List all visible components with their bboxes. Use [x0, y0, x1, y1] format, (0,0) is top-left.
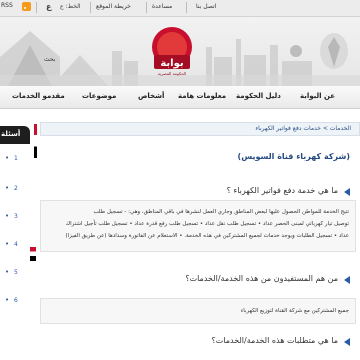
bullet-icon: •: [5, 212, 10, 220]
bullet-icon: •: [5, 296, 10, 304]
main-content: الخدمات > خدمات دفع فواتير الكهرباء (شرك…: [30, 112, 360, 360]
page-title: (شركة كهرباء قناة السويس): [237, 152, 350, 161]
egypt-eagle-emblem-icon: [320, 33, 348, 69]
faq-link[interactable]: 4: [14, 241, 18, 248]
answer-text: توصيل تيار كهربائي لمبنى الحصر عداد • تس…: [65, 221, 349, 227]
font-size-control[interactable]: الخط: ع: [60, 3, 81, 10]
faq-link[interactable]: 2: [14, 185, 18, 192]
egypt-flag-icon: [34, 124, 37, 158]
separator: [36, 2, 37, 13]
nav-people[interactable]: أشخاص: [138, 92, 164, 100]
sitemap-link[interactable]: خريطة الموقع: [96, 3, 131, 10]
portal-logo[interactable]: بوابة الحكومة المصرية: [150, 25, 194, 77]
nav-important-info[interactable]: معلومات هامة: [178, 92, 226, 100]
bullet-icon: •: [5, 240, 10, 248]
faq-link[interactable]: 1: [14, 155, 18, 162]
answer-box: تتيح الخدمة للمواطن الحصول عليها لبعض ال…: [40, 200, 356, 252]
question-arrow-icon: [344, 338, 350, 346]
bullet-icon: •: [5, 184, 10, 192]
bullet-icon: •: [5, 268, 10, 276]
separator: [186, 2, 187, 13]
bullet-icon: •: [5, 154, 10, 162]
nav-service-providers[interactable]: مقدمو الخدمات: [12, 92, 65, 100]
breadcrumb: الخدمات > خدمات دفع فواتير الكهرباء: [40, 122, 360, 136]
egypt-flag-icon: [30, 247, 36, 261]
main-navigation: عن البوابة دليل الحكومة معلومات هامة أشخ…: [0, 86, 360, 109]
faq-link[interactable]: 3: [14, 213, 18, 220]
breadcrumb-trail[interactable]: الخدمات > خدمات دفع فواتير الكهرباء: [255, 125, 351, 132]
faq-sidebar-title: أسئلة: [1, 130, 21, 138]
top-utility-bar: RSS ع الخط: ع خريطة الموقع مساعدة اتصل ب…: [0, 0, 360, 17]
question-arrow-icon: [344, 276, 350, 284]
faq-link[interactable]: 5: [14, 269, 18, 276]
rss-link[interactable]: RSS: [1, 2, 13, 9]
question-heading: ما هي متطلبات هذه الخدمة/الخدمات؟: [211, 336, 339, 345]
nav-about-portal[interactable]: عن البوابة: [300, 92, 335, 100]
svg-text:بوابة: بوابة: [160, 58, 183, 69]
answer-text: تتيح الخدمة للمواطن الحصول عليها لبعض ال…: [93, 209, 350, 215]
separator: [90, 2, 91, 13]
question-arrow-icon: [344, 188, 350, 196]
site-header: بحث بوابة الحكومة المصرية: [0, 17, 360, 86]
left-faq-sidebar: أسئلة • 1 • 2 • 3 • 4 • 5 • 6: [0, 112, 30, 360]
rss-icon[interactable]: [22, 2, 31, 11]
contact-link[interactable]: اتصل بنا: [196, 3, 216, 10]
question-heading: من هم المستفيدون من هذه الخدمة/الخدمات؟: [185, 274, 338, 283]
font-toggle-icon[interactable]: ع: [46, 2, 51, 11]
answer-text: عداد • تسجيل الطلبات ويوجد خدمات لجميع ا…: [65, 233, 350, 239]
separator: [146, 2, 147, 13]
answer-box: جميع المشتركين مع شركة القناة لتوزيع الك…: [40, 298, 356, 324]
help-link[interactable]: مساعدة: [152, 3, 172, 10]
answer-text: جميع المشتركين مع شركة القناة لتوزيع الك…: [240, 308, 349, 314]
nav-government-directory[interactable]: دليل الحكومة: [236, 92, 281, 100]
question-heading: ما هي خدمة دفع فواتير الكهرباء ؟: [226, 186, 338, 195]
faq-sidebar-header: أسئلة: [0, 126, 30, 144]
svg-text:الحكومة المصرية: الحكومة المصرية: [158, 71, 186, 76]
search-label: بحث: [44, 56, 56, 63]
nav-topics[interactable]: موضوعات: [82, 92, 116, 100]
faq-link[interactable]: 6: [14, 297, 18, 304]
